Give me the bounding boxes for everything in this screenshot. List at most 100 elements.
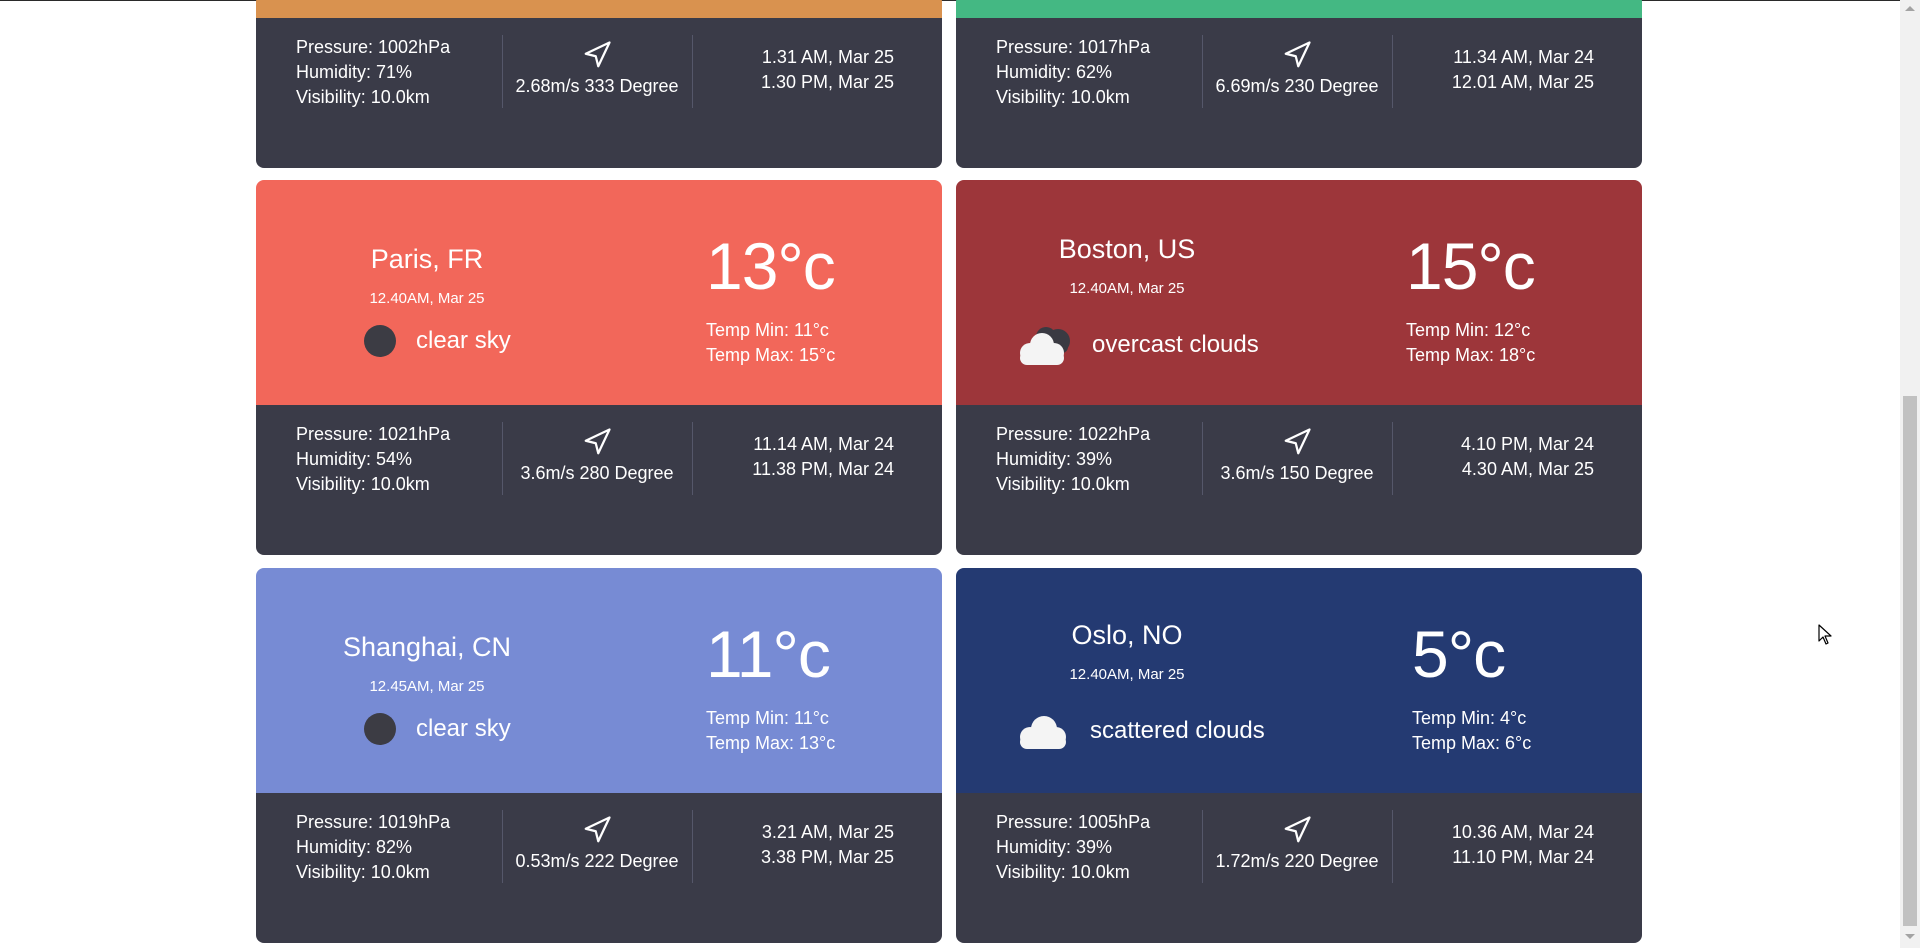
humidity-text: Humidity: 62%	[996, 62, 1113, 82]
temp-max: Temp Max: 18°c	[1406, 345, 1536, 365]
wind-direction-icon	[584, 816, 611, 843]
card-header	[956, 0, 1642, 18]
card-details: Pressure: 1019hPa Humidity: 82% Visibili…	[256, 793, 942, 943]
sun-times: 4.10 PM, Mar 24 4.30 AM, Mar 25	[1461, 432, 1594, 482]
pressure-text: Pressure: 1022hPa	[996, 424, 1151, 444]
sunset-text: 11.38 PM, Mar 24	[752, 459, 894, 479]
stats-block: Pressure: 1021hPa Humidity: 54% Visibili…	[296, 422, 450, 497]
wind-block: 3.6m/s 280 Degree	[502, 427, 692, 484]
weather-card-0[interactable]: Pressure: 1002hPa Humidity: 71% Visibili…	[256, 0, 942, 168]
weather-card-oslo[interactable]: Oslo, NO 12.40AM, Mar 25 scattered cloud…	[956, 568, 1642, 943]
temperature: 15°c	[1406, 229, 1536, 303]
humidity-text: Humidity: 71%	[296, 62, 413, 82]
visibility-text: Visibility: 10.0km	[296, 862, 430, 882]
weather-card-paris[interactable]: Paris, FR 12.40AM, Mar 25 clear sky 13°c…	[256, 180, 942, 555]
pressure-text: Pressure: 1002hPa	[296, 37, 451, 57]
temp-range: Temp Min: 12°c Temp Max: 18°c	[1406, 318, 1535, 368]
temperature: 5°c	[1412, 617, 1506, 691]
stats-block: Pressure: 1005hPa Humidity: 39% Visibili…	[996, 810, 1150, 885]
wind-direction-icon	[1284, 816, 1311, 843]
scrollbar-thumb[interactable]	[1903, 396, 1917, 926]
weather-card-shanghai[interactable]: Shanghai, CN 12.45AM, Mar 25 clear sky 1…	[256, 568, 942, 943]
weather-card-1[interactable]: Pressure: 1017hPa Humidity: 62% Visibili…	[956, 0, 1642, 168]
sunrise-text: 4.10 PM, Mar 24	[1460, 434, 1594, 454]
sunrise-text: 11.14 AM, Mar 24	[753, 434, 894, 454]
visibility-text: Visibility: 10.0km	[296, 87, 430, 107]
visibility-text: Visibility: 10.0km	[296, 474, 430, 494]
condition-text: clear sky	[416, 715, 511, 742]
wind-text: 0.53m/s 222 Degree	[515, 851, 679, 871]
temp-max: Temp Max: 13°c	[706, 733, 836, 753]
stats-block: Pressure: 1002hPa Humidity: 71% Visibili…	[296, 35, 450, 110]
sun-times: 1.31 AM, Mar 25 1.30 PM, Mar 25	[761, 45, 894, 95]
divider	[1392, 35, 1393, 108]
temp-range: Temp Min: 4°c Temp Max: 6°c	[1412, 706, 1531, 756]
divider	[692, 810, 693, 883]
date-text: 12.45AM, Mar 25	[369, 678, 485, 695]
card-details: Pressure: 1002hPa Humidity: 71% Visibili…	[256, 18, 942, 168]
weather-card-boston[interactable]: Boston, US 12.40AM, Mar 25 overcast clou…	[956, 180, 1642, 555]
stats-block: Pressure: 1017hPa Humidity: 62% Visibili…	[996, 35, 1150, 110]
visibility-text: Visibility: 10.0km	[996, 862, 1130, 882]
card-header: Oslo, NO 12.40AM, Mar 25 scattered cloud…	[956, 568, 1642, 793]
scattered-clouds-icon	[1020, 716, 1066, 749]
humidity-text: Humidity: 39%	[996, 837, 1113, 857]
date-text: 12.40AM, Mar 25	[1069, 280, 1185, 297]
humidity-text: Humidity: 54%	[296, 449, 413, 469]
divider	[692, 35, 693, 108]
sunset-text: 11.10 PM, Mar 24	[1452, 847, 1594, 867]
stats-block: Pressure: 1019hPa Humidity: 82% Visibili…	[296, 810, 450, 885]
wind-block: 1.72m/s 220 Degree	[1202, 815, 1392, 872]
humidity-text: Humidity: 82%	[296, 837, 413, 857]
city-name: Shanghai, CN	[342, 632, 512, 662]
wind-text: 6.69m/s 230 Degree	[1215, 76, 1379, 96]
sun-times: 11.14 AM, Mar 24 11.38 PM, Mar 24	[752, 432, 894, 482]
wind-direction-icon	[1284, 428, 1311, 455]
pressure-text: Pressure: 1021hPa	[296, 424, 451, 444]
date-text: 12.40AM, Mar 25	[369, 290, 485, 307]
temperature: 11°c	[706, 617, 831, 691]
card-header: Shanghai, CN 12.45AM, Mar 25 clear sky 1…	[256, 568, 942, 793]
condition-text: overcast clouds	[1092, 331, 1259, 358]
temp-min: Temp Min: 12°c	[1406, 320, 1531, 340]
scroll-down-arrow-icon[interactable]	[1905, 934, 1915, 939]
wind-block: 6.69m/s 230 Degree	[1202, 40, 1392, 97]
humidity-text: Humidity: 39%	[996, 449, 1113, 469]
temp-max: Temp Max: 15°c	[706, 345, 836, 365]
sunset-text: 3.38 PM, Mar 25	[760, 847, 894, 867]
pressure-text: Pressure: 1017hPa	[996, 37, 1151, 57]
temp-range: Temp Min: 11°c Temp Max: 13°c	[706, 706, 835, 756]
card-details: Pressure: 1022hPa Humidity: 39% Visibili…	[956, 405, 1642, 555]
card-details: Pressure: 1005hPa Humidity: 39% Visibili…	[956, 793, 1642, 943]
city-name: Paris, FR	[370, 244, 484, 274]
condition: clear sky	[356, 713, 511, 745]
wind-text: 3.6m/s 150 Degree	[1220, 463, 1374, 483]
wind-direction-icon	[1284, 41, 1311, 68]
stats-block: Pressure: 1022hPa Humidity: 39% Visibili…	[996, 422, 1150, 497]
overcast-clouds-icon	[1020, 327, 1070, 365]
condition-text: clear sky	[416, 327, 511, 354]
scroll-up-arrow-icon[interactable]	[1905, 6, 1915, 11]
mouse-cursor-icon	[1818, 624, 1832, 645]
condition: clear sky	[356, 325, 511, 357]
clear-sky-icon	[364, 325, 396, 357]
sunset-text: 1.30 PM, Mar 25	[760, 72, 894, 92]
city-name: Oslo, NO	[1071, 620, 1183, 650]
sunrise-text: 11.34 AM, Mar 24	[1453, 47, 1594, 67]
vertical-scrollbar[interactable]	[1900, 0, 1920, 948]
card-header	[256, 0, 942, 18]
sunrise-text: 1.31 AM, Mar 25	[761, 47, 894, 67]
city-name: Boston, US	[1058, 234, 1196, 264]
wind-direction-icon	[584, 41, 611, 68]
wind-block: 0.53m/s 222 Degree	[502, 815, 692, 872]
sunset-text: 12.01 AM, Mar 25	[1451, 72, 1594, 92]
temp-max: Temp Max: 6°c	[1412, 733, 1532, 753]
sun-times: 11.34 AM, Mar 24 12.01 AM, Mar 25	[1452, 45, 1594, 95]
sun-times: 10.36 AM, Mar 24 11.10 PM, Mar 24	[1452, 820, 1594, 870]
visibility-text: Visibility: 10.0km	[996, 474, 1130, 494]
temp-min: Temp Min: 11°c	[706, 320, 829, 340]
condition: scattered clouds	[1014, 711, 1265, 751]
card-header: Paris, FR 12.40AM, Mar 25 clear sky 13°c…	[256, 180, 942, 405]
wind-text: 2.68m/s 333 Degree	[515, 76, 679, 96]
sun-times: 3.21 AM, Mar 25 3.38 PM, Mar 25	[761, 820, 894, 870]
